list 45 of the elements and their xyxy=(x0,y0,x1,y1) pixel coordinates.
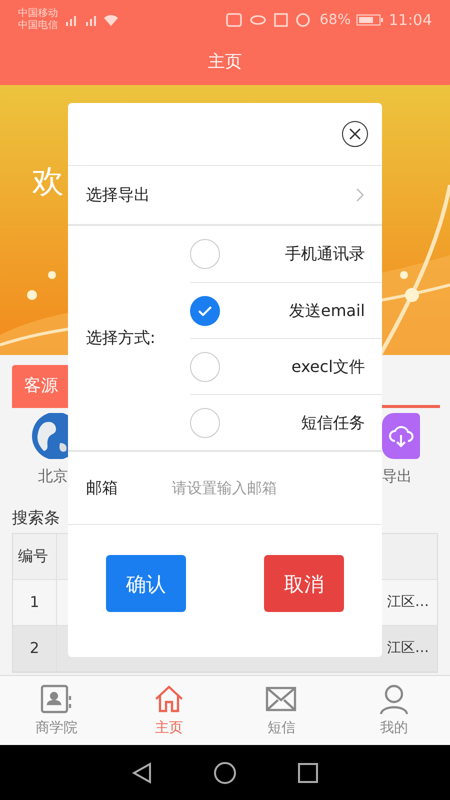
table-header-cell: 编号 xyxy=(13,534,57,579)
radio-button[interactable] xyxy=(190,296,220,326)
banner-heading: 欢 xyxy=(32,163,64,199)
battery-icon xyxy=(356,13,384,27)
check-icon xyxy=(198,306,212,316)
chevron-right-icon xyxy=(356,188,364,202)
nav-tab[interactable]: 商学院 xyxy=(0,676,112,745)
hd-icon xyxy=(226,13,242,27)
alarm-icon xyxy=(296,13,310,27)
nav-tab[interactable]: 短信 xyxy=(225,676,338,745)
nav-tab[interactable]: 主页 xyxy=(112,676,225,745)
cancel-button[interactable]: 取消 xyxy=(264,555,344,612)
nav-tab[interactable]: 我的 xyxy=(338,676,450,745)
table-cell: 2 xyxy=(13,626,57,671)
table-cell-text: 江区… xyxy=(387,639,430,658)
method-label: 选择方式: xyxy=(86,327,156,349)
recent-apps-icon[interactable] xyxy=(296,760,320,784)
radio-button[interactable] xyxy=(190,408,220,438)
method-option[interactable]: execl文件 xyxy=(190,338,382,394)
nfc-icon xyxy=(274,13,288,27)
method-option[interactable]: 短信任务 xyxy=(190,394,382,450)
search-count-label: 搜索条 xyxy=(12,507,61,529)
radio-button[interactable] xyxy=(190,352,220,382)
close-button[interactable] xyxy=(342,121,368,147)
back-icon[interactable] xyxy=(130,760,154,784)
method-option[interactable]: 发送email xyxy=(190,282,382,338)
close-icon xyxy=(349,128,361,140)
radio-button[interactable] xyxy=(190,239,220,269)
contact-card-icon xyxy=(39,682,74,716)
table-cell-text: 江区… xyxy=(387,593,430,612)
clock: 11:04 xyxy=(388,10,432,31)
battery-percent: 68% xyxy=(320,10,351,30)
confirm-button[interactable]: 确认 xyxy=(106,555,186,612)
email-field[interactable]: 请设置输入邮箱 xyxy=(172,476,366,500)
export-select-row[interactable]: 选择导出 xyxy=(68,166,382,226)
method-option[interactable]: 手机通讯录 xyxy=(190,226,382,282)
shortcut-label[interactable]: 北京 xyxy=(38,465,68,488)
table-cell: 1 xyxy=(13,580,57,625)
eye-icon xyxy=(250,15,266,25)
shortcut-label[interactable]: 导出 xyxy=(382,465,412,488)
page-title: 主页 xyxy=(208,50,242,74)
carrier-name: 中国电信 xyxy=(18,20,58,32)
email-label: 邮箱 xyxy=(85,477,119,499)
carrier-name: 中国移动 xyxy=(18,8,58,20)
home-circle-icon[interactable] xyxy=(212,760,237,784)
